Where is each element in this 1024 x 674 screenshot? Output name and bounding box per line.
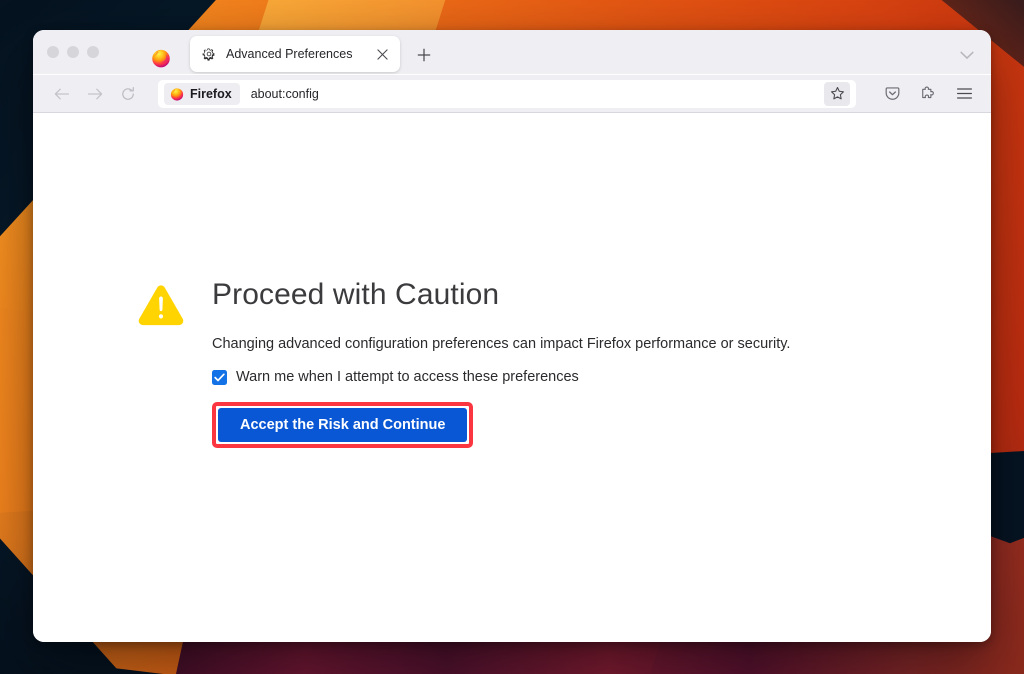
back-button[interactable] — [47, 80, 77, 108]
extensions-button[interactable] — [913, 80, 943, 108]
reload-icon — [122, 86, 134, 100]
app-menu-button[interactable] — [949, 80, 979, 108]
forward-button[interactable] — [80, 80, 110, 108]
toolbar-actions — [877, 80, 979, 108]
arrow-left-icon — [54, 88, 70, 99]
puzzle-piece-icon — [921, 86, 934, 99]
page-description: Changing advanced configuration preferen… — [212, 335, 791, 352]
firefox-identity-icon — [170, 87, 184, 101]
hamburger-menu-icon — [956, 88, 972, 99]
accept-risk-button[interactable]: Accept the Risk and Continue — [218, 408, 468, 443]
list-all-tabs-button[interactable] — [953, 41, 981, 69]
navigation-toolbar: Firefox about:config — [33, 75, 991, 113]
warning-body: Proceed with Caution Changing advanced c… — [185, 278, 791, 449]
tab-strip: Advanced Preferences — [33, 30, 991, 75]
minimize-window-button[interactable] — [67, 45, 79, 58]
zoom-window-button[interactable] — [87, 45, 99, 58]
star-icon — [830, 86, 844, 100]
bookmark-button[interactable] — [824, 81, 850, 106]
close-window-button[interactable] — [47, 45, 59, 58]
gear-icon — [202, 48, 215, 61]
page-content: Proceed with Caution Changing advanced c… — [33, 113, 991, 642]
window-controls — [47, 30, 99, 75]
url-bar[interactable]: Firefox about:config — [158, 79, 856, 108]
url-text[interactable]: about:config — [240, 87, 824, 101]
warn-checkbox[interactable] — [212, 369, 227, 385]
tab-advanced-preferences[interactable]: Advanced Preferences — [190, 36, 400, 72]
reload-button[interactable] — [113, 80, 143, 108]
browser-window: Advanced Preferences Firefox about:confi… — [33, 30, 991, 642]
plus-icon — [417, 48, 431, 62]
checkmark-icon — [214, 373, 225, 381]
site-identity-chip[interactable]: Firefox — [164, 82, 240, 105]
pocket-button[interactable] — [877, 80, 907, 108]
chevron-down-icon — [960, 51, 974, 59]
identity-label: Firefox — [190, 86, 232, 101]
pocket-icon — [885, 87, 899, 100]
tab-title: Advanced Preferences — [226, 47, 353, 61]
about-config-warning: Proceed with Caution Changing advanced c… — [137, 278, 791, 449]
firefox-logo-icon — [152, 49, 170, 68]
close-icon — [376, 48, 388, 60]
tab-strip-divider — [33, 74, 991, 75]
warn-checkbox-label: Warn me when I attempt to access these p… — [236, 369, 579, 386]
close-tab-button[interactable] — [373, 45, 391, 63]
warn-checkbox-row[interactable]: Warn me when I attempt to access these p… — [212, 369, 790, 385]
desktop-background: Advanced Preferences Firefox about:confi… — [0, 0, 1024, 674]
arrow-right-icon — [87, 88, 103, 99]
new-tab-button[interactable] — [409, 40, 439, 70]
warning-triangle-icon — [138, 285, 184, 326]
accept-button-highlight: Accept the Risk and Continue — [212, 402, 474, 449]
warning-icon-wrap — [137, 278, 185, 448]
page-title: Proceed with Caution — [212, 278, 500, 311]
